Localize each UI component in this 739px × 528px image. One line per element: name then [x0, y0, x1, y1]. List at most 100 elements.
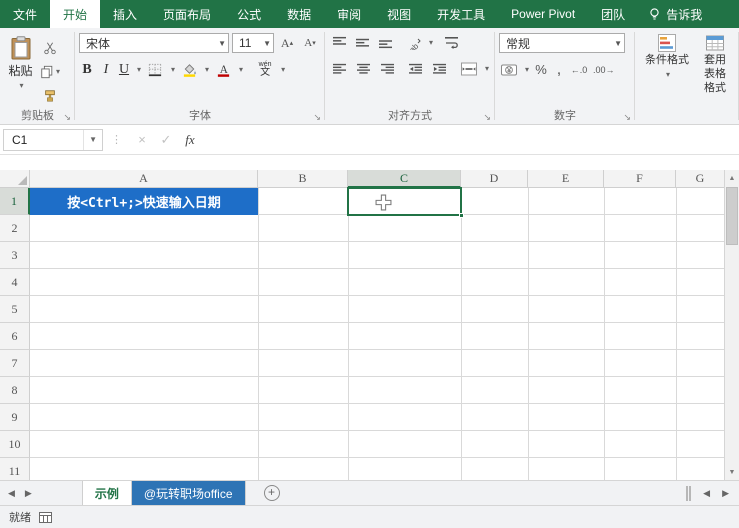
tab-developer[interactable]: 开发工具 — [424, 0, 498, 28]
enter-icon[interactable]: ✓ — [154, 132, 178, 148]
tab-splitter-handle[interactable] — [686, 486, 691, 501]
align-center-icon[interactable] — [353, 59, 373, 78]
column-header-f[interactable]: F — [604, 170, 676, 188]
tab-team[interactable]: 团队 — [588, 0, 638, 28]
clipboard-dialog-launcher-icon[interactable]: ↘ — [63, 113, 71, 122]
number-dialog-launcher-icon[interactable]: ↘ — [623, 113, 631, 122]
tab-view[interactable]: 视图 — [374, 0, 424, 28]
increase-indent-icon[interactable] — [429, 59, 449, 78]
font-color-icon[interactable]: A — [213, 60, 233, 79]
worksheet-grid[interactable]: 1 2 3 4 5 6 7 8 9 10 11 按<Ctrl+;>快速输入日期 — [0, 188, 724, 480]
row-header-10[interactable]: 10 — [0, 431, 30, 458]
phonetic-dropdown-arrow[interactable]: ▾ — [281, 65, 285, 74]
format-painter-icon[interactable] — [40, 86, 60, 105]
selected-cell-c1[interactable] — [347, 187, 462, 216]
merge-dropdown-arrow[interactable]: ▾ — [485, 64, 489, 73]
increase-font-size-icon[interactable]: A▴ — [277, 34, 297, 53]
formula-bar-resize-handle[interactable]: ⋮ — [103, 133, 130, 146]
italic-button[interactable]: I — [99, 60, 113, 79]
tab-formulas[interactable]: 公式 — [224, 0, 274, 28]
font-name-combo[interactable]: 宋体 ▼ — [79, 33, 229, 53]
row-header-4[interactable]: 4 — [0, 269, 30, 296]
align-top-icon[interactable] — [329, 33, 349, 52]
tab-file[interactable]: 文件 — [0, 0, 50, 28]
alignment-dialog-launcher-icon[interactable]: ↘ — [483, 113, 491, 122]
phonetic-guide-icon[interactable]: wén 文 — [255, 60, 275, 79]
select-all-corner[interactable] — [0, 170, 30, 188]
fill-handle[interactable] — [459, 213, 464, 218]
copy-icon[interactable]: ▾ — [40, 62, 60, 81]
row-header-8[interactable]: 8 — [0, 377, 30, 404]
bold-button[interactable]: B — [79, 60, 95, 79]
name-box[interactable]: C1 ▼ — [3, 129, 103, 151]
tab-power-pivot[interactable]: Power Pivot — [498, 0, 588, 28]
row-header-5[interactable]: 5 — [0, 296, 30, 323]
underline-dropdown-arrow[interactable]: ▾ — [137, 65, 141, 74]
scroll-down-icon[interactable]: ▼ — [725, 464, 739, 480]
column-header-c[interactable]: C — [348, 170, 461, 188]
orientation-dropdown-arrow[interactable]: ▾ — [429, 38, 433, 47]
cut-icon[interactable] — [40, 38, 60, 57]
tab-page-layout[interactable]: 页面布局 — [150, 0, 224, 28]
vertical-scrollbar-thumb[interactable] — [726, 187, 738, 245]
row-header-9[interactable]: 9 — [0, 404, 30, 431]
align-left-icon[interactable] — [329, 59, 349, 78]
align-middle-icon[interactable] — [352, 33, 372, 52]
conditional-formatting-button[interactable]: 条件格式 ▾ — [639, 32, 695, 108]
column-header-b[interactable]: B — [258, 170, 348, 188]
borders-icon[interactable] — [145, 60, 165, 79]
fill-color-dropdown-arrow[interactable]: ▾ — [205, 65, 209, 74]
sheet-next-icon[interactable]: ▶ — [25, 488, 32, 499]
merge-center-icon[interactable] — [459, 59, 479, 78]
column-header-a[interactable]: A — [30, 170, 258, 188]
macro-record-icon[interactable] — [39, 512, 52, 523]
orientation-icon[interactable]: ab — [404, 33, 424, 52]
formula-input[interactable] — [202, 129, 739, 151]
align-right-icon[interactable] — [377, 59, 397, 78]
row-header-2[interactable]: 2 — [0, 215, 30, 242]
font-dialog-launcher-icon[interactable]: ↘ — [313, 113, 321, 122]
tab-review[interactable]: 审阅 — [324, 0, 374, 28]
accounting-format-icon[interactable]: ¥ — [499, 60, 519, 79]
scroll-up-icon[interactable]: ▲ — [725, 170, 739, 186]
scroll-right-icon[interactable]: ▶ — [722, 488, 729, 499]
font-color-dropdown-arrow[interactable]: ▾ — [239, 65, 243, 74]
row-header-6[interactable]: 6 — [0, 323, 30, 350]
column-header-d[interactable]: D — [461, 170, 528, 188]
decrease-font-size-icon[interactable]: A▾ — [300, 34, 320, 53]
paste-dropdown-arrow[interactable]: ▾ — [19, 81, 23, 90]
decrease-decimal-button[interactable]: .00→ — [593, 60, 615, 79]
wrap-text-icon[interactable] — [442, 33, 462, 52]
row-header-3[interactable]: 3 — [0, 242, 30, 269]
tell-me-box[interactable]: 告诉我 — [638, 0, 712, 28]
font-size-combo[interactable]: 11 ▼ — [232, 33, 274, 53]
new-sheet-button[interactable]: + — [264, 485, 280, 501]
format-as-table-button[interactable]: 套用 表格格式 — [695, 32, 735, 108]
paste-button[interactable]: 粘贴 ▾ — [4, 31, 37, 108]
scroll-left-icon[interactable]: ◀ — [703, 488, 710, 499]
align-bottom-icon[interactable] — [375, 33, 395, 52]
tab-insert[interactable]: 插入 — [100, 0, 150, 28]
underline-button[interactable]: U — [117, 60, 131, 79]
column-header-g[interactable]: G — [676, 170, 724, 188]
vertical-scrollbar[interactable]: ▲ ▼ — [724, 170, 739, 480]
sheet-prev-icon[interactable]: ◀ — [8, 488, 15, 499]
fill-color-icon[interactable] — [179, 60, 199, 79]
insert-function-icon[interactable]: fx — [178, 132, 202, 148]
sheet-tab-office[interactable]: @玩转职场office — [132, 481, 246, 505]
cell-a1[interactable]: 按<Ctrl+;>快速输入日期 — [30, 188, 258, 215]
increase-decimal-button[interactable]: ←.0 — [569, 60, 589, 79]
accounting-dropdown-arrow[interactable]: ▾ — [525, 65, 529, 74]
borders-dropdown-arrow[interactable]: ▾ — [171, 65, 175, 74]
sheet-tab-shili[interactable]: 示例 — [82, 481, 132, 505]
column-header-e[interactable]: E — [528, 170, 604, 188]
tab-data[interactable]: 数据 — [274, 0, 324, 28]
percent-style-button[interactable]: % — [533, 60, 549, 79]
number-format-combo[interactable]: 常规 ▼ — [499, 33, 625, 53]
row-header-7[interactable]: 7 — [0, 350, 30, 377]
tab-home[interactable]: 开始 — [50, 0, 100, 28]
cells-area[interactable]: 按<Ctrl+;>快速输入日期 — [30, 188, 724, 480]
row-header-1[interactable]: 1 — [0, 188, 30, 215]
cancel-icon[interactable]: × — [130, 132, 154, 147]
decrease-indent-icon[interactable] — [405, 59, 425, 78]
